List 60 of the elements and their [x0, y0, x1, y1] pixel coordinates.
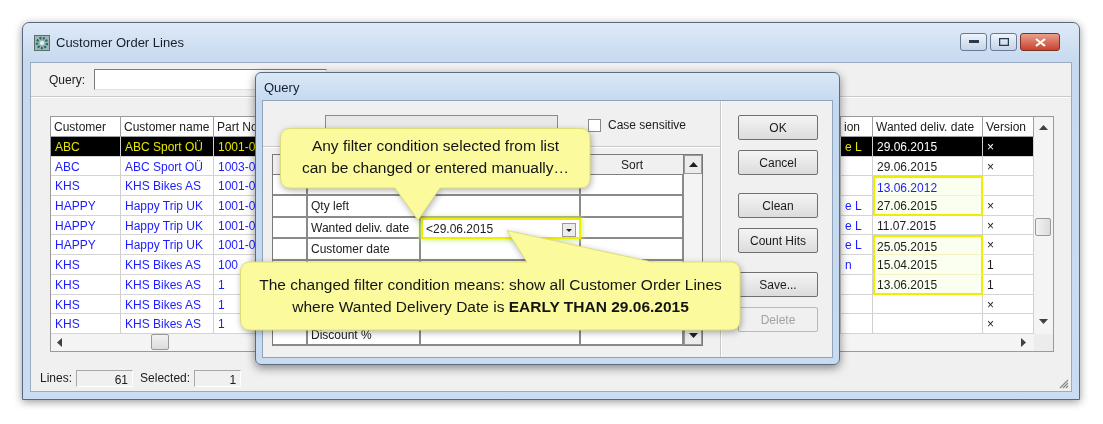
dialog-button[interactable]: Clean: [738, 193, 818, 218]
table-cell: KHS Bikes AS: [121, 274, 214, 295]
table-cell: [841, 314, 873, 334]
checkbox[interactable]: [588, 118, 601, 132]
column-header[interactable]: ion: [841, 117, 873, 137]
table-cell: e L: [841, 137, 873, 157]
scroll-up-icon[interactable]: [688, 162, 698, 167]
scroll-thumb[interactable]: [1035, 218, 1051, 236]
column-header[interactable]: Wanted deliv. date: [873, 117, 983, 137]
table-cell: HAPPY: [51, 196, 121, 216]
checkbox-label: Case sensitive: [608, 118, 687, 132]
dialog-button[interactable]: Save...: [738, 272, 818, 297]
resize-grip-icon[interactable]: [1057, 377, 1069, 389]
table-cell: [273, 196, 308, 218]
dialog-button[interactable]: Count Hits: [738, 228, 818, 253]
column-header[interactable]: Version: [983, 117, 1034, 137]
scroll-thumb[interactable]: [151, 334, 169, 350]
table-cell: ABC: [51, 137, 121, 157]
query-label: Query:: [49, 72, 85, 87]
table-cell: 27.06.2015: [873, 196, 983, 216]
table-cell: KHS Bikes AS: [121, 314, 214, 334]
close-button[interactable]: [1020, 33, 1060, 51]
vertical-scrollbar[interactable]: [1034, 117, 1053, 334]
table-cell: Wanted deliv. date: [308, 217, 421, 240]
table-cell: [273, 239, 308, 261]
minimize-icon[interactable]: [968, 40, 979, 44]
table-cell: KHS Bikes AS: [121, 255, 214, 275]
table-cell: Customer date: [308, 239, 421, 261]
scroll-left-icon[interactable]: [57, 338, 62, 347]
dropdown-caret-icon[interactable]: [562, 222, 576, 237]
dialog-button[interactable]: Cancel: [738, 150, 818, 175]
column-header[interactable]: Customer name: [121, 117, 214, 137]
table-cell: ABC Sport OÜ: [121, 137, 214, 157]
table-cell: 29.06.2015: [873, 137, 983, 157]
close-icon[interactable]: [1034, 37, 1046, 47]
table-cell: KHS: [51, 274, 121, 295]
dialog-button[interactable]: OK: [738, 115, 818, 140]
app-icon: [34, 34, 50, 51]
dialog-title: Query: [263, 79, 300, 97]
scroll-right-icon[interactable]: [1021, 338, 1026, 347]
table-cell: 13.06.2012: [873, 176, 983, 197]
table-cell: 15.04.2015: [873, 255, 983, 275]
table-cell: KHS: [51, 255, 121, 275]
lines-count: 61: [76, 369, 134, 387]
table-cell: KHS: [51, 314, 121, 334]
column-header[interactable]: Customer: [51, 117, 121, 137]
window-title: Customer Order Lines: [56, 35, 184, 50]
scroll-down-icon[interactable]: [1039, 319, 1048, 324]
table-cell: Happy Trip UK: [121, 196, 214, 216]
table-cell: 25.05.2015: [873, 235, 983, 256]
lines-label: Lines:: [40, 371, 73, 385]
table-cell: 13.06.2015: [873, 274, 983, 295]
selected-label: Selected:: [140, 371, 191, 385]
maximize-icon[interactable]: [998, 38, 1009, 46]
scroll-up-icon[interactable]: [1039, 125, 1048, 130]
scroll-up-button[interactable]: [684, 155, 702, 174]
selected-count: 1: [194, 369, 242, 387]
table-cell: [273, 217, 308, 240]
minimize-button[interactable]: [960, 33, 987, 51]
maximize-button[interactable]: [990, 33, 1017, 51]
